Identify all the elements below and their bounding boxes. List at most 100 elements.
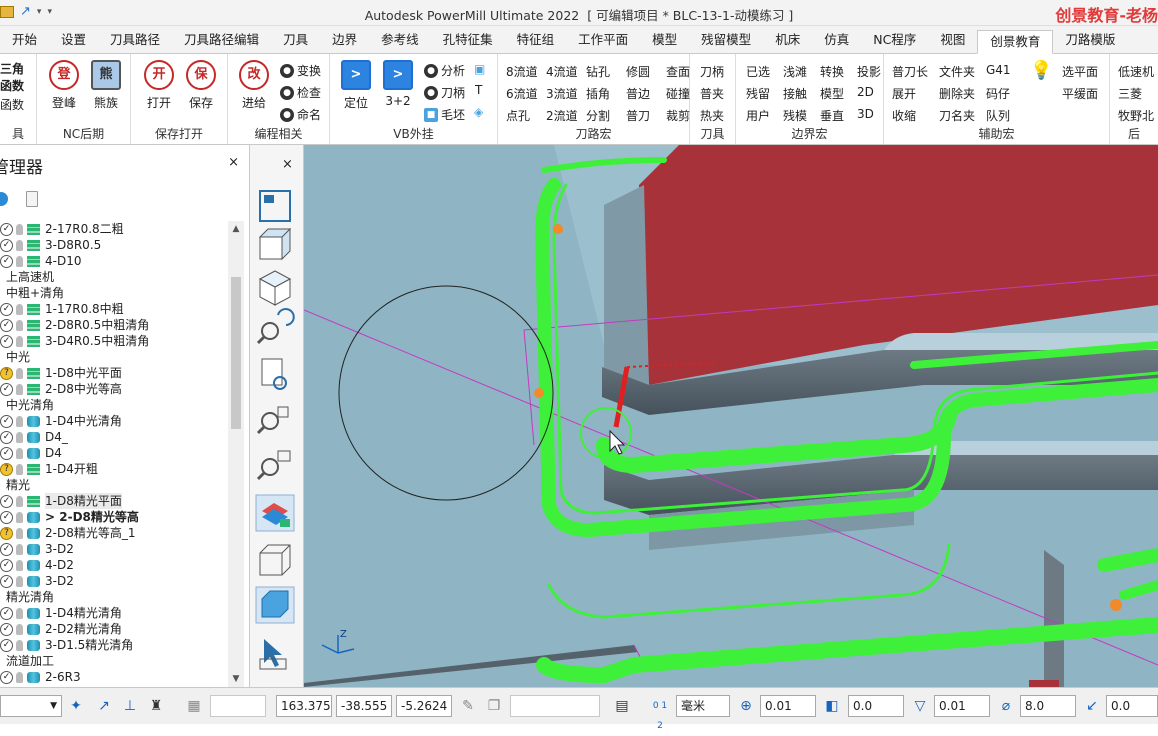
auxmacro-item-2-0[interactable]: G41 [986,63,1011,77]
y-coordinate[interactable]: -38.555 [336,695,392,717]
tab-15[interactable]: 视图 [928,29,977,53]
tree-toolpath[interactable]: ✓ 4-D2 [0,557,228,573]
check-icon[interactable]: ✓ [0,302,13,316]
tab-13[interactable]: 仿真 [812,29,861,53]
question-icon[interactable]: ? [0,462,13,476]
workplane-select[interactable]: ▼ [0,695,62,717]
tree-toolpath[interactable]: ✓ 2-6R3 [0,669,228,685]
stock-tool-icon[interactable]: ♜ [146,696,166,716]
lightbulb-icon[interactable] [16,559,23,571]
tab-11[interactable]: 残留模型 [689,29,763,53]
tpmacro-item-0-1[interactable]: 6流道 [506,85,538,102]
check-icon[interactable]: ✓ [0,222,13,236]
tpmacro-item-4-0[interactable]: 查面 [666,63,690,80]
three-plus-two-button[interactable]: > 3+2 [378,60,418,108]
tree-toolpath[interactable]: ✓ 3-D4R0.5中粗清角 [0,333,228,349]
bdmacro-item-2-0[interactable]: 转换 [820,63,844,80]
refresh-page-icon[interactable] [261,358,287,390]
top-view-icon[interactable] [258,270,292,306]
lightbulb-icon[interactable] [16,543,23,555]
tab-5[interactable]: 边界 [320,29,369,53]
offset-icon[interactable]: ◧ [822,696,842,716]
check-icon[interactable]: ✓ [0,414,13,428]
tree-toolpath[interactable]: ✓ 2-D8中光等高 [0,381,228,397]
check-icon[interactable]: ✓ [0,542,13,556]
dropdown-icon[interactable]: ▾ [37,7,42,17]
tab-0[interactable]: 开始 [0,29,49,53]
bdmacro-item-2-1[interactable]: 模型 [820,85,844,102]
auxmacro-item-1-0[interactable]: 文件夹 [939,63,975,80]
image-icon[interactable]: ▣ [474,62,485,76]
select-plane-button[interactable]: 选平面 [1062,63,1098,80]
bdmacro-item-1-1[interactable]: 接触 [783,85,807,102]
bdmacro-item-0-1[interactable]: 残留 [746,85,770,102]
tree-folder[interactable]: 精光 [0,477,228,493]
lightbulb-icon[interactable] [16,527,23,539]
lightbulb-icon[interactable] [16,607,23,619]
rename-button[interactable]: ● 命名 [280,106,321,123]
bdmacro-item-3-2[interactable]: 3D [857,107,874,121]
lightbulb-icon[interactable] [16,575,23,587]
lightbulb-icon[interactable] [16,447,23,459]
diameter-field[interactable]: 8.0 [1020,695,1076,717]
workplane-icon[interactable]: ⊥ [120,696,140,716]
auxmacro-item-0-0[interactable]: 普刀长 [892,63,928,80]
scroll-down-icon[interactable]: ▼ [228,671,244,687]
feed-button[interactable]: 改 进给 [234,60,274,111]
lightbulb-icon[interactable] [16,623,23,635]
tool-holder-button[interactable]: 刀柄 [700,63,724,80]
tree-toolpath[interactable]: ✓ > 2-D8精光等高 [0,509,228,525]
scroll-thumb[interactable] [231,277,241,429]
analyze-button[interactable]: ● 分析 [424,62,465,79]
tree-folder[interactable]: 流道加工 [0,653,228,669]
xiongzu-button[interactable]: 熊 熊族 [86,60,126,111]
tree-toolpath[interactable]: ✓ 4-D10 [0,253,228,269]
bdmacro-item-2-2[interactable]: 垂直 [820,107,844,124]
save-button[interactable]: 保 保存 [181,60,221,111]
graphics-viewport[interactable]: Z [304,145,1158,687]
check-icon[interactable]: ✓ [0,446,13,460]
tree-toolpath[interactable]: ✓ 1-D4精光清角 [0,605,228,621]
tpmacro-item-3-0[interactable]: 修圆 [626,63,650,80]
select-cursor-icon[interactable] [259,639,287,670]
tab-2[interactable]: 刀具路径 [98,29,172,53]
lightbulb-icon[interactable] [16,223,23,235]
shrink-chuck-button[interactable]: 热夹 [700,107,724,124]
lightbulb-icon[interactable] [16,303,23,315]
open-button[interactable]: 开 打开 [139,60,179,111]
shaded-view-icon[interactable] [255,494,295,532]
grid-icon[interactable]: ▦ [184,696,204,716]
lightbulb-icon[interactable] [16,671,23,683]
lightbulb-icon[interactable] [16,367,23,379]
check-icon[interactable]: ✓ [0,318,13,332]
diameter-icon[interactable]: ⌀ [996,696,1016,716]
tree-toolpath[interactable]: ✓ D4 [0,445,228,461]
tree-toolpath[interactable]: ✓ 1-D8精光平面 [0,493,228,509]
check-icon[interactable]: ✓ [0,238,13,252]
tree-toolpath[interactable]: ✓ 2-17R0.8二粗 [0,221,228,237]
bdmacro-item-0-2[interactable]: 用户 [746,107,770,124]
graph-icon[interactable]: ↗ [20,4,31,19]
auxmacro-item-1-1[interactable]: 删除夹 [939,85,975,102]
transform-button[interactable]: ● 变换 [280,62,321,79]
bdmacro-item-3-1[interactable]: 2D [857,85,874,99]
bdmacro-item-1-2[interactable]: 残模 [783,107,807,124]
tab-14[interactable]: NC程序 [861,29,928,53]
locate-button[interactable]: > 定位 [336,60,376,111]
tree-toolpath[interactable]: ✓ D4_ [0,429,228,445]
lightbulb-icon[interactable] [16,319,23,331]
partial-item-3[interactable]: 函数 [0,96,24,113]
check-icon[interactable]: ✓ [0,638,13,652]
step-field[interactable]: 0.0 [1106,695,1158,717]
check-icon[interactable]: ✓ [0,254,13,268]
lightbulb-icon[interactable] [16,335,23,347]
check-icon[interactable]: ✓ [0,622,13,636]
tpmacro-item-1-2[interactable]: 2流道 [546,107,578,124]
lightbulb-icon[interactable] [16,431,23,443]
check-icon[interactable]: ✓ [0,574,13,588]
scroll-up-icon[interactable]: ▲ [228,221,244,237]
copy-icon[interactable]: ❐ [484,696,504,716]
lightbulb-icon[interactable]: 💡 [1030,60,1052,81]
tolerance-field[interactable]: 0.01 [760,695,816,717]
check-button[interactable]: ● 检查 [280,84,321,101]
